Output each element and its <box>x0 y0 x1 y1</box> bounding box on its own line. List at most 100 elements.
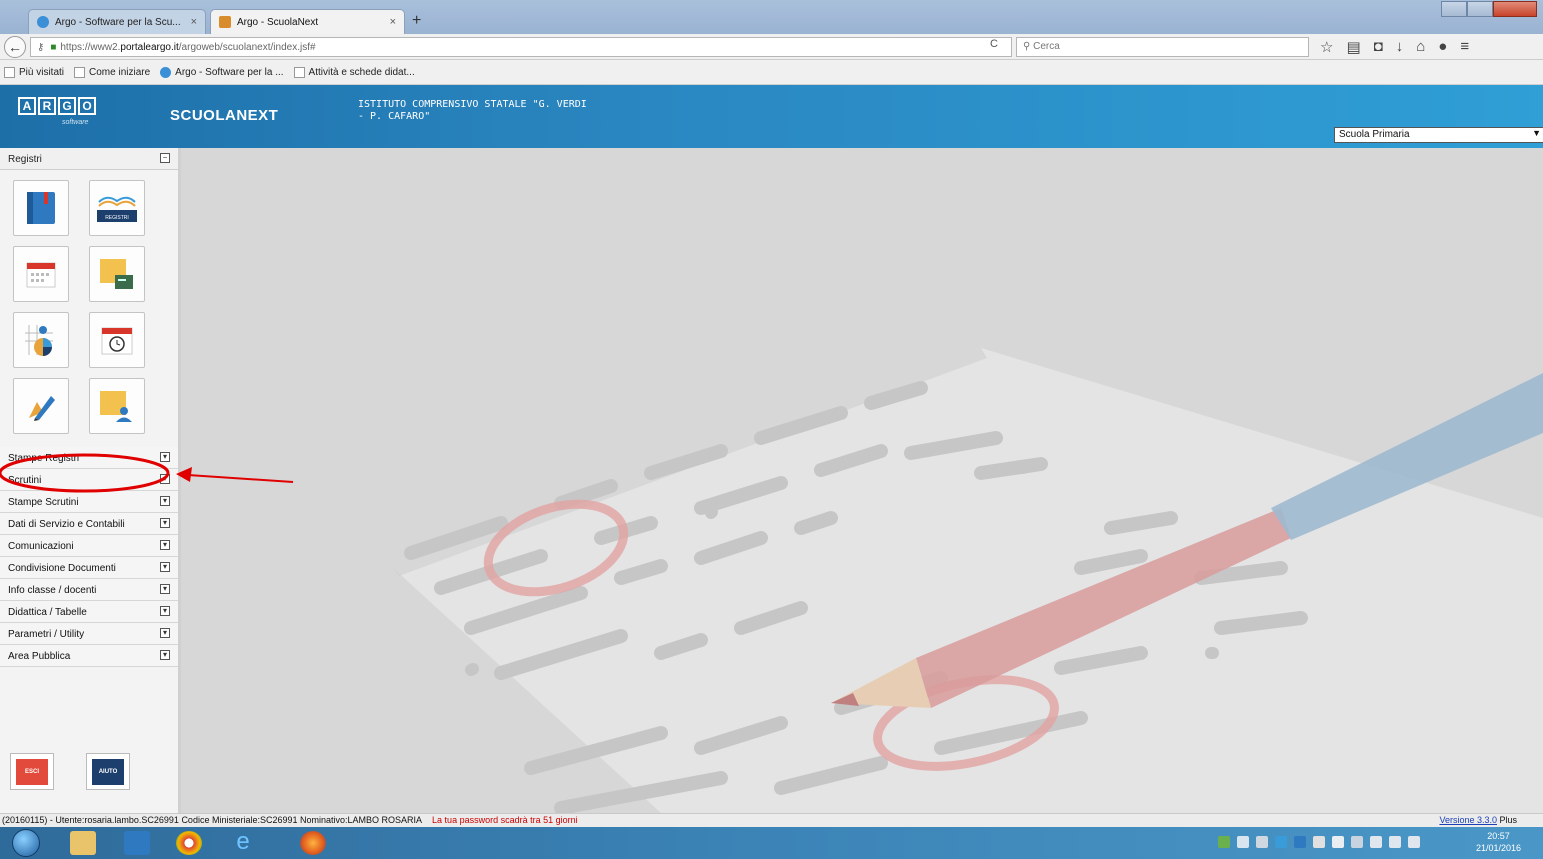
volume-icon[interactable] <box>1389 836 1401 848</box>
minimize-button[interactable] <box>1441 1 1467 17</box>
register-book-icon[interactable] <box>13 180 69 236</box>
window-close-button[interactable] <box>1493 1 1537 17</box>
sidebar-item-dati-servizio[interactable]: Dati di Servizio e Contabili ▾ <box>0 513 178 535</box>
tray-app-icon[interactable] <box>1237 836 1249 848</box>
calendar-icon[interactable] <box>13 246 69 302</box>
password-expiry-warning: La tua password scadrà tra 51 giorni <box>432 815 578 825</box>
chrome-icon[interactable] <box>176 831 202 855</box>
sidebar-item-scrutini[interactable]: Scrutini ▾ <box>0 469 178 491</box>
sidebar-item-stampe-scrutini[interactable]: Stampe Scrutini ▾ <box>0 491 178 513</box>
tray-app-icon[interactable] <box>1256 836 1268 848</box>
registri-tile-label: REGISTRI <box>105 215 129 221</box>
help-button[interactable]: AIUTO <box>86 753 130 790</box>
key-icon: ⚷ <box>37 41 45 53</box>
bookmark-label: Più visitati <box>19 66 65 78</box>
taskbar-clock[interactable]: 20:57 21/01/2016 <box>1476 830 1521 854</box>
reload-icon[interactable]: C <box>990 38 998 50</box>
expand-toggle-icon[interactable]: ▾ <box>160 518 170 528</box>
bookmark-argo-software[interactable]: Argo - Software per la ... <box>160 66 284 78</box>
address-bar[interactable]: ⚷ ■ https://www2. portaleargo.it/argoweb/… <box>30 37 1012 57</box>
tray-app-icon[interactable] <box>1218 836 1230 848</box>
timer-calendar-icon[interactable] <box>89 312 145 368</box>
user-info-text: (20160115) - Utente:rosaria.lambo.SC2699… <box>2 815 423 825</box>
sidebar-item-comunicazioni[interactable]: Comunicazioni ▾ <box>0 535 178 557</box>
bookmark-come-iniziare[interactable]: Come iniziare <box>74 66 150 78</box>
exit-label: ESCI <box>16 758 48 785</box>
menu-label: Scrutini <box>8 475 42 486</box>
bookmark-folder-icon <box>4 66 15 78</box>
student-stats-icon[interactable] <box>13 312 69 368</box>
bookmark-label: Attività e schede didat... <box>308 66 415 78</box>
school-name-line: ISTITUTO COMPRENSIVO STATALE "G. VERDI <box>358 99 587 110</box>
browser-tab-argo-software[interactable]: Argo - Software per la Scu... × <box>28 9 206 34</box>
pocket-icon[interactable]: ◘ <box>1374 38 1383 56</box>
sidebar-item-condivisione-documenti[interactable]: Condivisione Documenti ▾ <box>0 557 178 579</box>
school-select[interactable]: Scuola Primaria ▼ <box>1334 127 1543 143</box>
file-explorer-icon[interactable] <box>70 831 96 855</box>
close-tab-icon[interactable]: × <box>390 16 396 28</box>
home-icon[interactable]: ⌂ <box>1416 38 1425 56</box>
pencil-edit-icon[interactable] <box>13 378 69 434</box>
collapse-toggle-icon[interactable]: − <box>160 153 170 163</box>
flag-icon[interactable] <box>1351 836 1363 848</box>
version-link[interactable]: Versione 3.3.0 <box>1439 815 1497 825</box>
sidebar-item-parametri[interactable]: Parametri / Utility ▾ <box>0 623 178 645</box>
expand-toggle-icon[interactable]: ▾ <box>160 496 170 506</box>
menu-label: Comunicazioni <box>8 541 74 552</box>
sticky-note-icon[interactable] <box>89 246 145 302</box>
download-icon[interactable]: ↓ <box>1396 38 1404 56</box>
tray-app-icon[interactable] <box>1294 836 1306 848</box>
menu-label: Info classe / docenti <box>8 585 97 596</box>
bookmarks-bar: Più visitati Come iniziare Argo - Softwa… <box>0 60 1543 85</box>
sidebar-item-info-classe[interactable]: Info classe / docenti ▾ <box>0 579 178 601</box>
search-input[interactable]: ⚲ Cerca <box>1016 37 1309 57</box>
menu-label: Condivisione Documenti <box>8 563 116 574</box>
expand-toggle-icon[interactable]: ▾ <box>160 606 170 616</box>
menu-icon[interactable]: ≡ <box>1460 38 1469 56</box>
exit-button[interactable]: ESCI <box>10 753 54 790</box>
expand-toggle-icon[interactable]: ▾ <box>160 584 170 594</box>
sidebar-item-didattica[interactable]: Didattica / Tabelle ▾ <box>0 601 178 623</box>
registri-icon[interactable]: REGISTRI <box>89 180 145 236</box>
sidebar-item-area-pubblica[interactable]: Area Pubblica ▾ <box>0 645 178 667</box>
browser-tab-scuolanext[interactable]: Argo - ScuolaNext × <box>210 9 405 34</box>
network-icon[interactable] <box>1370 836 1382 848</box>
tray-app-icon[interactable] <box>1313 836 1325 848</box>
reading-list-icon[interactable]: ▤ <box>1346 38 1360 56</box>
close-tab-icon[interactable]: × <box>191 16 197 28</box>
expand-toggle-icon[interactable]: ▾ <box>160 628 170 638</box>
user-note-icon[interactable] <box>89 378 145 434</box>
bookmark-star-icon[interactable]: ☆ <box>1320 38 1333 56</box>
expand-toggle-icon[interactable]: ▾ <box>160 650 170 660</box>
sidebar-bottom-buttons: ESCI AIUTO <box>10 753 130 790</box>
maximize-button[interactable] <box>1467 1 1493 17</box>
lock-icon: ■ <box>50 41 57 53</box>
tab-title: Argo - ScuolaNext <box>237 16 319 28</box>
sidebar-item-stampe-registri[interactable]: Stampe Registri ▾ <box>0 447 178 469</box>
expand-toggle-icon[interactable]: ▾ <box>160 540 170 550</box>
toolbar-icons: ☆ ▤ ◘ ↓ ⌂ ● ≡ <box>1320 38 1469 56</box>
globe-icon <box>160 66 172 78</box>
notification-icon[interactable] <box>1408 836 1420 848</box>
menu-label: Stampe Registri <box>8 453 80 464</box>
chat-icon[interactable]: ● <box>1438 38 1447 56</box>
logo-letter: A <box>18 97 36 115</box>
internet-explorer-icon[interactable]: e <box>230 830 256 855</box>
firefox-icon[interactable] <box>300 831 326 855</box>
bookmark-attivita[interactable]: Attività e schede didat... <box>293 66 415 78</box>
bookmark-piu-visitati[interactable]: Più visitati <box>4 66 65 78</box>
help-label: AIUTO <box>92 758 124 785</box>
sidebar-section-registri[interactable]: Registri − <box>0 148 178 170</box>
language-icon[interactable] <box>1332 836 1344 848</box>
expand-toggle-icon[interactable]: ▾ <box>160 562 170 572</box>
tray-app-icon[interactable] <box>1275 836 1287 848</box>
menu-label: Parametri / Utility <box>8 629 85 640</box>
new-tab-button[interactable]: + <box>412 12 421 30</box>
search-icon: ⚲ <box>1023 41 1034 52</box>
windows-taskbar: e 20:57 21/01/2016 <box>0 827 1543 859</box>
windows-start-icon[interactable] <box>12 829 40 857</box>
outlook-icon[interactable] <box>124 831 150 855</box>
expand-toggle-icon[interactable]: ▾ <box>160 452 170 462</box>
expand-toggle-icon[interactable]: ▾ <box>160 474 170 484</box>
back-arrow-icon[interactable]: ← <box>4 36 26 58</box>
